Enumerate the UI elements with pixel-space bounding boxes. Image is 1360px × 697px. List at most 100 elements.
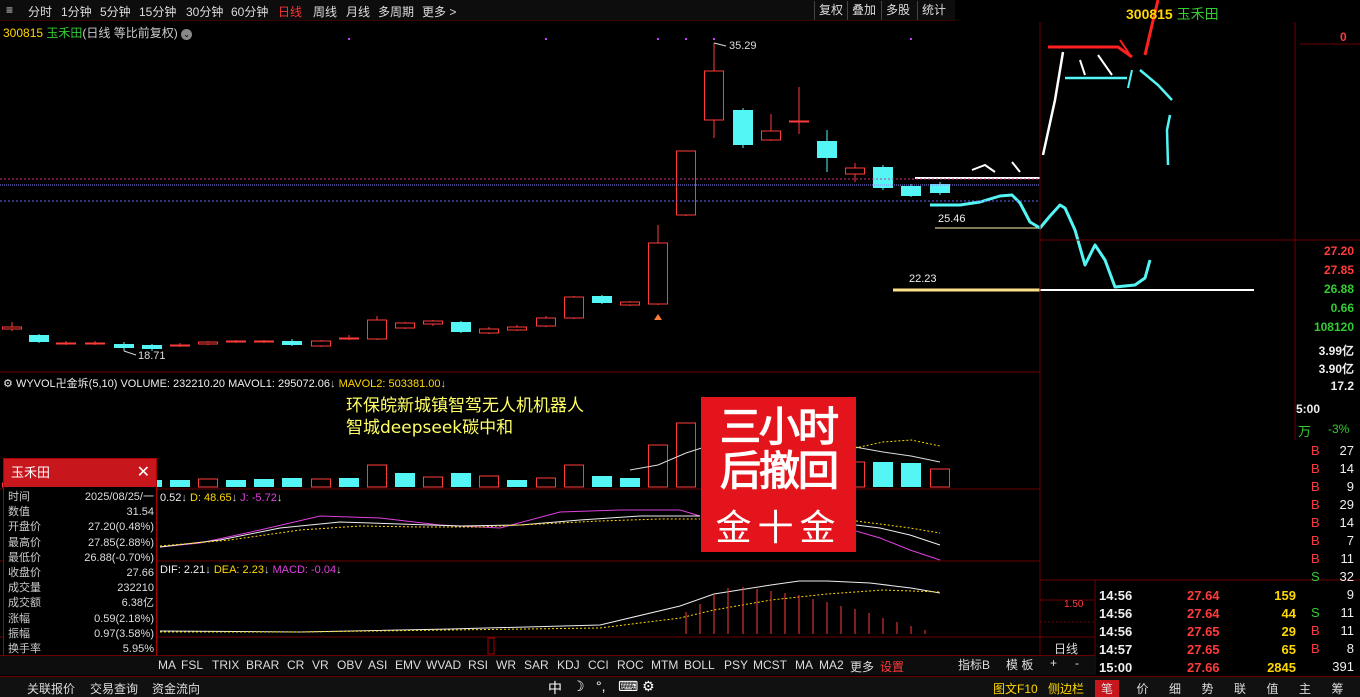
ime-icon[interactable]: ☽ — [572, 678, 585, 695]
data-window-row: 最高价 27.85(2.88%) — [4, 536, 156, 551]
volume-settings-icon[interactable]: ⚙ — [3, 378, 13, 390]
kdj-j-line — [159, 509, 701, 548]
candle-body — [817, 141, 837, 158]
event-marker — [685, 38, 687, 40]
hand-drawn-line — [1097, 54, 1113, 76]
indicator-tabs: MA FSL TRIX BRAR CR VR OBV ASI EMV WVAD RSI WR SAR KD… — [0, 655, 1095, 675]
indicator-tab[interactable]: ROC — [617, 658, 644, 672]
candle-body — [507, 326, 527, 331]
indicator-tab[interactable]: PSY — [724, 658, 748, 672]
quote-value: 3.99亿 — [1318, 344, 1354, 358]
candle-body — [648, 242, 668, 305]
ime-icon[interactable]: °, — [596, 678, 606, 694]
ime-icon[interactable]: 中 — [548, 678, 562, 697]
side-tab[interactable]: 笔 — [1095, 680, 1120, 697]
user-drawings — [2, 0, 1254, 655]
indicator-tab[interactable]: BOLL — [684, 658, 715, 672]
annotation-line1: 环保皖新城镇智驾无人机机器人 — [346, 396, 584, 416]
volume-bar — [676, 422, 696, 488]
right-time-label: 5:00 — [1296, 402, 1321, 416]
indicator-b-button[interactable]: 指标B — [958, 656, 990, 673]
template-button[interactable]: 模 板 — [1006, 656, 1033, 673]
right-wan-label: 万 — [1298, 424, 1312, 439]
data-window-row: 数值 31.54 — [4, 505, 156, 520]
side-tab[interactable]: 联 — [1234, 680, 1246, 697]
indicator-tab[interactable]: TRIX — [212, 658, 239, 672]
bs-count: 9 — [1346, 479, 1354, 494]
hand-drawn-line — [1041, 51, 1065, 156]
indicator-tab[interactable]: SAR — [524, 658, 549, 672]
indicator-tab[interactable]: OBV — [337, 658, 362, 672]
side-tab[interactable]: 势 — [1202, 680, 1214, 697]
low-price-label: 18.71 — [138, 350, 166, 362]
side-tab[interactable]: 主 — [1299, 680, 1311, 697]
volume-title[interactable]: WYVOL卍金坼(5,10) — [16, 378, 117, 390]
indicator-tab[interactable]: CR — [287, 658, 304, 672]
close-icon[interactable]: ✕ — [137, 459, 150, 487]
indicator-tab[interactable]: VR — [312, 658, 329, 672]
right-stock-code: 300815 — [1126, 6, 1173, 22]
right-pct-label: -3% — [1328, 422, 1350, 436]
indicator-tab[interactable]: BRAR — [246, 658, 279, 672]
indicator-tab[interactable]: RSI — [468, 658, 488, 672]
bs-flag: B — [1311, 551, 1320, 566]
indicator-tab[interactable]: MTM — [651, 658, 678, 672]
tick-volume: 159 — [1274, 588, 1296, 603]
indicator-tab[interactable]: MA2 — [819, 658, 844, 672]
indicator-tab[interactable]: WR — [496, 658, 516, 672]
event-marker — [910, 38, 912, 40]
indicator-tab[interactable]: 更多 — [850, 658, 874, 675]
bs-count: 9 — [1346, 587, 1354, 602]
hand-drawn-line — [1048, 45, 1133, 59]
tick-volume: 44 — [1281, 606, 1296, 621]
side-tab[interactable]: 值 — [1267, 680, 1279, 697]
row-value: 2025/08/25/一 — [84, 491, 154, 503]
candle-body — [142, 345, 162, 349]
kdj-d-line — [159, 518, 700, 547]
indicator-tab[interactable]: KDJ — [557, 658, 580, 672]
zoom-in-button[interactable]: + — [1050, 656, 1057, 670]
bs-flag: B — [1311, 641, 1320, 656]
volume-bar — [423, 476, 443, 488]
volume-bar — [507, 480, 527, 487]
side-tab[interactable]: 价 — [1137, 680, 1149, 697]
macd-dea-line — [160, 589, 941, 633]
indicator-tab[interactable]: EMV — [395, 658, 421, 672]
indicator-tab[interactable]: MA — [795, 658, 813, 672]
status-tab[interactable]: 关联报价 — [27, 680, 75, 697]
watermark-stamp: 三小时 后撤回 金十金 — [701, 397, 856, 552]
indicator-tab[interactable]: MA — [158, 658, 176, 672]
bs-count: 11 — [1340, 605, 1355, 620]
bs-flag: B — [1311, 623, 1320, 638]
status-bar: 关联报价 交易查询 资金流向 中 ☽ °, ⌨ ⚙ 图文F10 侧边栏笔价 细 势 联 值 主 筹 — [0, 676, 1360, 697]
ime-icon[interactable]: ⌨ — [618, 678, 638, 695]
status-link[interactable]: 侧边栏 — [1048, 680, 1084, 697]
status-link[interactable]: 图文F10 — [993, 680, 1038, 697]
ime-icon[interactable]: ⚙ — [642, 678, 655, 695]
bs-count: 8 — [1346, 641, 1354, 656]
indicator-tab[interactable]: FSL — [181, 658, 203, 672]
candle-body — [29, 335, 49, 342]
hand-drawn-line — [1139, 69, 1173, 101]
candle-body — [901, 186, 921, 196]
zoom-out-button[interactable]: - — [1075, 656, 1079, 670]
indicator-tab[interactable]: MCST — [753, 658, 787, 672]
tick-time: 14:56 — [1099, 588, 1133, 603]
status-tab[interactable]: 交易查询 — [90, 680, 138, 697]
indicator-tab[interactable]: WVAD — [426, 658, 461, 672]
bs-count: 11 — [1340, 551, 1355, 566]
level-25-label: 25.46 — [938, 213, 966, 225]
candle-body — [789, 120, 809, 123]
status-tab[interactable]: 资金流向 — [152, 680, 200, 697]
side-tab[interactable]: 细 — [1169, 680, 1181, 697]
candle-body — [226, 340, 246, 343]
indicator-tab[interactable]: 设置 — [880, 658, 904, 675]
bs-count: 27 — [1339, 443, 1354, 458]
candle-body — [479, 328, 499, 334]
row-label: 成交额 — [8, 597, 41, 610]
quote-value: 17.2 — [1330, 379, 1354, 393]
indicator-tab[interactable]: ASI — [368, 658, 387, 672]
tick-time: 14:56 — [1099, 606, 1133, 621]
indicator-tab[interactable]: CCI — [588, 658, 609, 672]
side-tab[interactable]: 筹 — [1332, 680, 1344, 697]
